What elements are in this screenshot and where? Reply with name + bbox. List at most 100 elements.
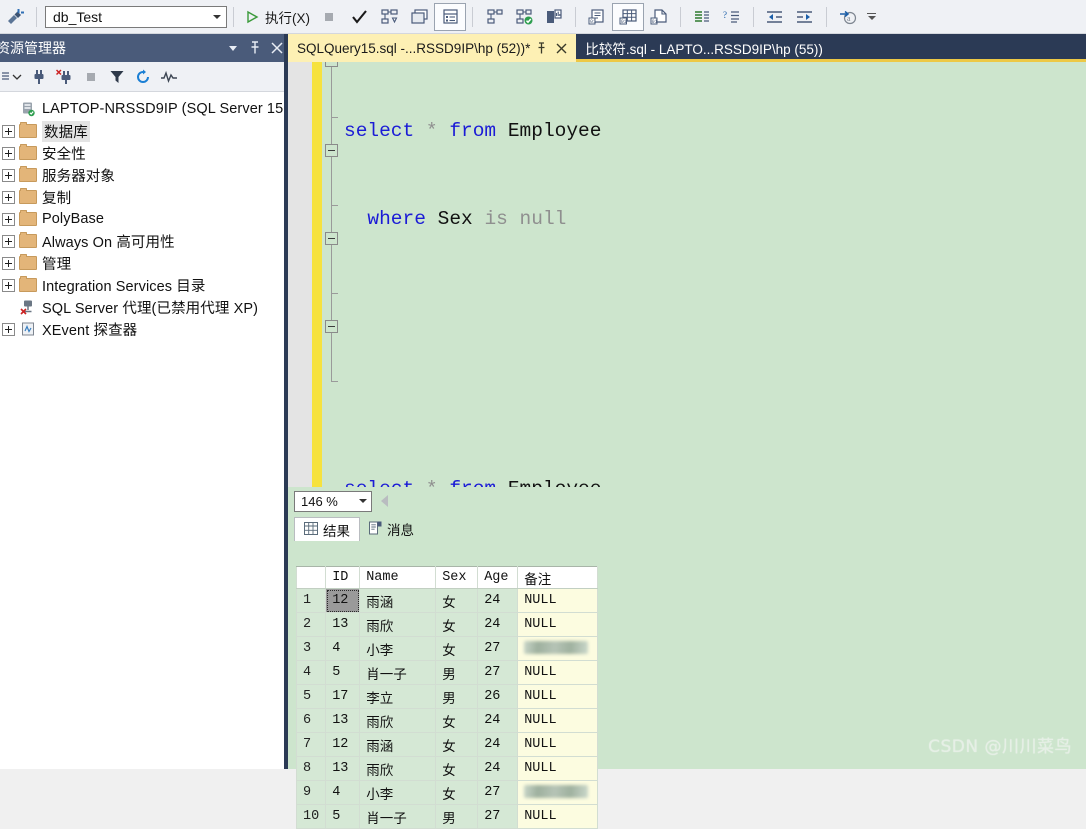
- sidebar-item-databases[interactable]: 数据库: [0, 120, 288, 142]
- cell-name[interactable]: 雨涵: [359, 732, 437, 757]
- sidebar-item-always-on[interactable]: Always On 高可用性: [0, 230, 288, 252]
- toolbar-overflow-button[interactable]: [867, 12, 876, 21]
- table-row[interactable]: 5 17 李立 男 26 NULL: [295, 684, 599, 709]
- cell-id[interactable]: 4: [325, 780, 361, 805]
- chevron-down-icon[interactable]: [355, 499, 371, 503]
- cell-age[interactable]: 24: [477, 708, 519, 733]
- cell-remark[interactable]: NULL: [517, 660, 599, 685]
- table-row[interactable]: 3 4 小李 女 27: [295, 636, 599, 661]
- cell-sex[interactable]: 男: [435, 660, 479, 685]
- cell-remark-redacted[interactable]: [517, 636, 599, 661]
- cell-age[interactable]: 27: [477, 636, 519, 661]
- database-combo[interactable]: db_Test: [45, 5, 227, 28]
- table-row[interactable]: 6 13 雨欣 女 24 NULL: [295, 708, 599, 733]
- table-row[interactable]: 10 5 肖一子 男 27 NULL: [295, 804, 599, 829]
- zoom-combo[interactable]: 146 %: [294, 490, 372, 512]
- row-number[interactable]: 10: [295, 804, 327, 829]
- cell-sex[interactable]: 女: [435, 636, 479, 661]
- sidebar-item-server-objects[interactable]: 服务器对象: [0, 164, 288, 186]
- window-menu-chevron-icon[interactable]: [222, 35, 244, 61]
- stop-icon[interactable]: [78, 64, 104, 90]
- cell-sex[interactable]: 男: [435, 804, 479, 829]
- tree-expander[interactable]: [2, 146, 15, 160]
- grid-corner-header[interactable]: [295, 566, 327, 589]
- cell-name[interactable]: 雨涵: [359, 588, 437, 613]
- cell-remark[interactable]: NULL: [517, 684, 599, 709]
- tab-messages[interactable]: 消息: [360, 517, 423, 541]
- refresh-icon[interactable]: [130, 64, 156, 90]
- cell-name[interactable]: 肖一子: [359, 804, 437, 829]
- uncomment-icon[interactable]: ?: [717, 4, 747, 30]
- results-grid[interactable]: ID Name Sex Age 备注 1 12 雨涵 女 24 NULL 2 1…: [295, 566, 599, 829]
- column-header-id[interactable]: ID: [325, 566, 361, 589]
- tree-expander[interactable]: [2, 256, 15, 270]
- object-explorer-tree[interactable]: LAPTOP-NRSSD9IP (SQL Server 15.0.. 数据库 安…: [0, 92, 288, 768]
- disconnect-icon[interactable]: [52, 64, 78, 90]
- parse-check-icon[interactable]: [344, 4, 374, 30]
- comment-icon[interactable]: [687, 4, 717, 30]
- table-row[interactable]: 1 12 雨涵 女 24 NULL: [295, 588, 599, 613]
- cell-remark[interactable]: NULL: [517, 612, 599, 637]
- cell-remark[interactable]: NULL: [517, 588, 599, 613]
- sidebar-item-polybase[interactable]: PolyBase: [0, 208, 288, 230]
- decrease-indent-icon[interactable]: [760, 4, 790, 30]
- tree-expander[interactable]: [2, 234, 15, 248]
- cell-sex[interactable]: 女: [435, 708, 479, 733]
- cell-id[interactable]: 5: [325, 804, 361, 829]
- display-estimated-plan-icon[interactable]: [374, 4, 404, 30]
- cell-id[interactable]: 13: [325, 612, 361, 637]
- cell-remark[interactable]: NULL: [517, 708, 599, 733]
- tree-expander[interactable]: [2, 124, 15, 138]
- row-number[interactable]: 5: [295, 684, 327, 709]
- cell-name[interactable]: 雨欣: [359, 612, 437, 637]
- cell-name[interactable]: 小李: [359, 636, 437, 661]
- cell-name[interactable]: 肖一子: [359, 660, 437, 685]
- cell-age[interactable]: 24: [477, 588, 519, 613]
- cell-sex[interactable]: 女: [435, 732, 479, 757]
- include-actual-plan-icon[interactable]: [479, 4, 509, 30]
- connect-dropdown-icon[interactable]: [0, 64, 26, 90]
- include-live-stats-icon[interactable]: [509, 4, 539, 30]
- results-to-file-icon[interactable]: 01: [644, 4, 674, 30]
- cell-remark[interactable]: NULL: [517, 732, 599, 757]
- tab-bijiaofu[interactable]: 比较符.sql - LAPTO...RSSD9IP\hp (55)): [576, 34, 829, 62]
- query-options-icon[interactable]: [404, 4, 434, 30]
- editor-fold-column[interactable]: [322, 62, 344, 487]
- filter-icon[interactable]: [104, 64, 130, 90]
- specify-values-icon[interactable]: a: [833, 4, 863, 30]
- close-icon[interactable]: [553, 38, 570, 58]
- sidebar-item-replication[interactable]: 复制: [0, 186, 288, 208]
- fold-toggle-icon[interactable]: [325, 144, 338, 157]
- cell-id[interactable]: 13: [325, 708, 361, 733]
- table-row[interactable]: 7 12 雨涵 女 24 NULL: [295, 732, 599, 757]
- sql-editor[interactable]: select * from Employee where Sex is null…: [288, 62, 1086, 487]
- cell-sex[interactable]: 男: [435, 684, 479, 709]
- connect-icon[interactable]: [26, 64, 52, 90]
- tree-expander[interactable]: [2, 190, 15, 204]
- sidebar-item-integration-services[interactable]: Integration Services 目录: [0, 274, 288, 296]
- cell-id[interactable]: 12: [325, 732, 361, 757]
- tree-expander[interactable]: [2, 168, 15, 182]
- cell-sex[interactable]: 女: [435, 780, 479, 805]
- cell-name[interactable]: 李立: [359, 684, 437, 709]
- results-to-text-icon[interactable]: 01: [582, 4, 612, 30]
- tab-results[interactable]: 结果: [294, 517, 360, 541]
- cell-remark-redacted[interactable]: [517, 780, 599, 805]
- tree-expander[interactable]: [2, 322, 15, 336]
- fold-toggle-icon[interactable]: [325, 232, 338, 245]
- cell-id[interactable]: 17: [325, 684, 361, 709]
- row-number[interactable]: 9: [295, 780, 327, 805]
- tab-sqlquery15[interactable]: SQLQuery15.sql -...RSSD9IP\hp (52))*: [288, 34, 577, 62]
- table-row[interactable]: 4 5 肖一子 男 27 NULL: [295, 660, 599, 685]
- increase-indent-icon[interactable]: [790, 4, 820, 30]
- table-row[interactable]: 2 13 雨欣 女 24 NULL: [295, 612, 599, 637]
- cell-age[interactable]: 27: [477, 804, 519, 829]
- column-header-name[interactable]: Name: [359, 566, 437, 589]
- cell-remark[interactable]: NULL: [517, 804, 599, 829]
- cell-sex[interactable]: 女: [435, 588, 479, 613]
- editor-indicator-margin[interactable]: [288, 62, 312, 487]
- tree-expander[interactable]: [2, 212, 15, 226]
- row-number[interactable]: 7: [295, 732, 327, 757]
- column-header-remark[interactable]: 备注: [517, 566, 599, 589]
- row-number[interactable]: 2: [295, 612, 327, 637]
